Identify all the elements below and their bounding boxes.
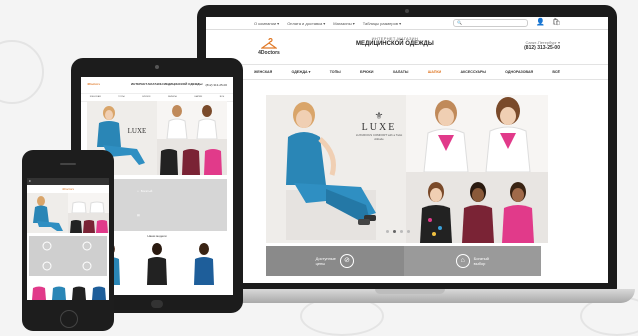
topbar-link-sizes[interactable]: Таблицы размеров ▾ [363,21,401,26]
nav-item-coats[interactable]: ХАЛАТЫ [393,70,409,74]
phone-number[interactable]: (812) 313-25-00 [524,45,560,51]
topbar: О компании ▾ Оплата и доставка ▾ Магазин… [206,17,608,30]
phone-models-row[interactable] [27,280,109,300]
doctors-illustration [406,95,548,172]
tablet-feature: ▤ [137,207,183,223]
price-tag-icon: ⊘ [339,254,354,268]
luxe-brand-block: ⚜ LUXE LUXURIOUS COMFORT with a Twist At… [354,111,404,141]
team-illustration [406,172,548,243]
tablet-feature: ⌂ Богатый [137,189,153,193]
banner-collage [406,95,548,243]
collage-bottom-photo [406,172,548,243]
features-strip: Доступные цены ⊘ ⌂ Богатый выбор [266,246,541,276]
feature-affordable-label: Доступные цены [315,256,336,266]
tablet-nav-item[interactable]: БРЮКИ [142,94,150,101]
phone-device: ≡ 4Doctors [22,150,114,331]
nav-item-tops[interactable]: ТОПЫ [330,70,341,74]
store-title: ИНТЕРНЕТ-МАГАЗИН МЕДИЦИНСКОЙ ОДЕЖДЫ [356,36,434,47]
nav-item-disposable[interactable]: ОДНОРАЗОВАЯ [505,70,533,74]
nav-item-pants[interactable]: БРЮКИ [360,70,373,74]
hanger-icon: ⌂ [137,189,139,193]
tablet-nav-item[interactable]: ХАЛАТЫ [168,94,177,101]
model-thumb[interactable] [191,241,217,285]
crest-icon: ⚜ [374,111,384,122]
carousel-dot[interactable] [400,230,403,233]
logo-text: 4Doctors [258,50,280,56]
feature-affordable: Доступные цены ⊘ [266,246,404,276]
topbar-link-about[interactable]: О компании ▾ [254,21,279,26]
phone-logo[interactable]: 4Doctors [27,187,109,191]
laptop-notch [375,289,445,294]
search-input[interactable]: 🔍 [453,19,528,27]
tablet-phone[interactable]: (812) 313-25-00 [205,83,227,87]
site-header: 4Doctors ИНТЕРНЕТ-МАГАЗИН МЕДИЦИНСКОЙ ОД… [206,30,608,64]
phone-menu-bar[interactable]: ≡ [27,178,109,185]
nav-item-all[interactable]: ВСЁ [552,70,559,74]
main-nav: ЖЕНСКАЯ ОДЕЖДА ▾ ТОПЫ БРЮКИ ХАЛАТЫ ШАПКИ… [206,64,608,80]
nav-item-women[interactable]: ЖЕНСКАЯ [254,70,272,74]
phone-features-illustration [29,236,107,276]
carousel-dot-active[interactable] [393,230,396,233]
nav-item-caps[interactable]: ШАПКИ [428,70,442,74]
tablet-store-title: ИНТЕРНЕТ-МАГАЗИН МЕДИЦИНСКОЙ ОДЕЖДЫ [131,82,203,86]
nav-item-clothing[interactable]: ОДЕЖДА ▾ [292,70,311,74]
tablet-logo[interactable]: 4Doctors [87,82,100,86]
background-ring [0,40,44,104]
cart-icon[interactable]: 🛍 [552,19,561,27]
tablet-nav-item[interactable]: ВСЁ [220,94,224,101]
banner-model-photo: ⚜ LUXE LUXURIOUS COMFORT with a Twist At… [266,95,406,243]
topbar-link-stores[interactable]: Магазины ▾ [333,21,354,26]
feature-choice-label: Богатый выбор [473,256,489,266]
luxe-brand: LUXE [361,122,397,133]
hanger-logo-icon [261,38,277,49]
luxe-tagline: LUXURIOUS COMFORT with a Twist Attitude [355,133,403,141]
speaker-icon [60,163,76,165]
user-icon[interactable]: 👤 [536,19,545,27]
feature-choice: ⌂ Богатый выбор [403,246,541,276]
contacts: Санкт-Петербург ▾ (812) 313-25-00 [524,40,560,51]
model-thumb[interactable] [144,241,170,285]
phone-banner-illustration[interactable] [27,193,109,233]
logo[interactable]: 4Doctors [254,38,284,56]
hanger-icon: ⌂ [455,254,470,268]
tablet-nav-item[interactable]: ШАПКИ [194,94,202,101]
camera-icon [155,65,159,69]
topbar-link-delivery[interactable]: Оплата и доставка ▾ [287,21,325,26]
hero-banner[interactable]: ⚜ LUXE LUXURIOUS COMFORT with a Twist At… [266,95,548,243]
tablet-nav-item[interactable]: ЖЕНСКАЯ [90,94,101,101]
phone-home-button[interactable] [60,310,78,328]
svg-text:LUXE: LUXE [128,127,147,135]
tablet-nav-item[interactable]: ТОПЫ [118,94,124,101]
phone-screen: ≡ 4Doctors [27,178,109,300]
carousel-dot[interactable] [407,230,410,233]
camera-icon [405,9,409,13]
tablet-home-button[interactable] [151,300,163,308]
nav-item-accessories[interactable]: АКСЕССУАРЫ [461,70,486,74]
carousel-dot[interactable] [386,230,389,233]
ruler-icon: ▤ [137,213,140,217]
store-title-main: МЕДИЦИНСКОЙ ОДЕЖДЫ [356,41,434,47]
collage-top-photo [406,95,548,172]
carousel-dots [386,230,410,233]
